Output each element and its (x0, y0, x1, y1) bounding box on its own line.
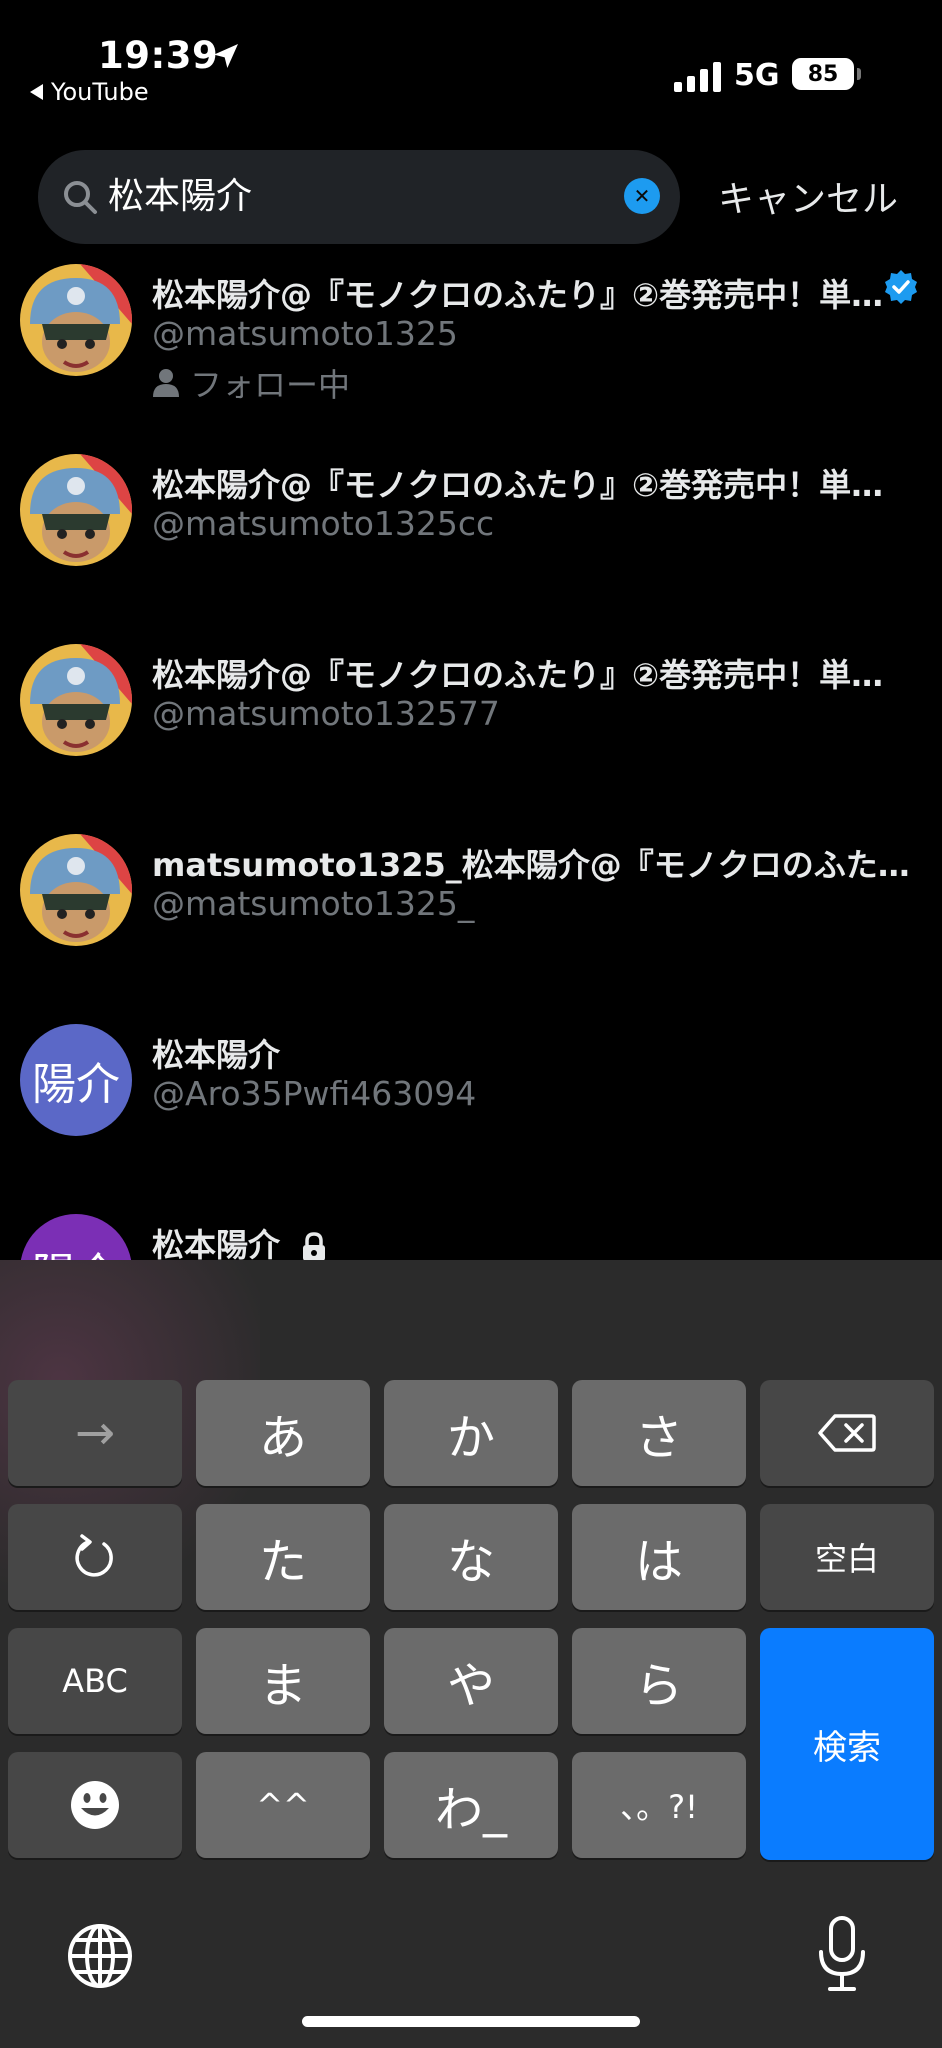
user-result-item[interactable]: 松本陽介@『モノクロのふたり』②巻発売中！単行本発売中 @matsumoto13… (0, 630, 942, 820)
globe-icon[interactable] (64, 1920, 136, 1992)
abc-key[interactable]: ABC (8, 1628, 182, 1734)
key-ma[interactable]: ま (196, 1628, 370, 1734)
avatar (20, 264, 132, 376)
key-sa[interactable]: さ (572, 1380, 746, 1486)
user-display-name: matsumoto1325_松本陽介@『モノクロのふたり』 (152, 846, 912, 884)
undo-key[interactable] (8, 1504, 182, 1610)
search-input[interactable] (108, 150, 608, 244)
user-result-item[interactable]: 松本陽介@『モノクロのふたり』②巻発売中！単行本発売中 @matsumoto13… (0, 440, 942, 630)
user-display-name: 松本陽介@『モノクロのふたり』②巻発売中！単行本発売中 (152, 466, 912, 504)
undo-icon (75, 1534, 113, 1577)
key-wa[interactable]: わ_ (384, 1752, 558, 1858)
search-bar[interactable] (38, 150, 680, 244)
backspace-key[interactable] (760, 1380, 934, 1486)
avatar (20, 644, 132, 756)
battery-indicator: 85 (792, 58, 861, 90)
key-next-arrow[interactable]: → (8, 1380, 182, 1486)
key-na[interactable]: な (384, 1504, 558, 1610)
avatar: 陽介 (20, 1024, 132, 1136)
user-result-item[interactable]: 松本陽介@『モノクロのふたり』②巻発売中！単行本発売中 @matsumoto13… (0, 250, 942, 440)
user-display-name: 松本陽介 (152, 1226, 281, 1260)
user-handle: @matsumoto1325 (152, 314, 458, 353)
status-time: 19:39 (98, 34, 219, 77)
cellular-signal-icon (674, 62, 721, 92)
key-ha[interactable]: は (572, 1504, 746, 1610)
cancel-button[interactable]: キャンセル (718, 170, 898, 222)
home-indicator[interactable] (302, 2016, 640, 2027)
person-icon (153, 369, 179, 397)
clear-search-icon[interactable]: ✕ (624, 178, 660, 214)
avatar (20, 454, 132, 566)
user-result-item[interactable]: matsumoto1325_松本陽介@『モノクロのふたり』 @matsumoto… (0, 820, 942, 1010)
user-handle: @Aro35Pwfi463094 (152, 1074, 477, 1113)
following-label: フォロー中 (190, 366, 351, 404)
key-kaomoji[interactable]: ^^ (196, 1752, 370, 1858)
microphone-icon[interactable] (814, 1914, 870, 1994)
emoji-icon (71, 1781, 119, 1829)
avatar (20, 834, 132, 946)
avatar: 陽介 (20, 1214, 132, 1260)
emoji-key[interactable] (8, 1752, 182, 1858)
key-a[interactable]: あ (196, 1380, 370, 1486)
status-bar: 19:39 YouTube 5G 85 (0, 0, 942, 130)
user-result-item[interactable]: 陽介 松本陽介 @Aro35Pwfi463094 (0, 1010, 942, 1200)
key-ka[interactable]: か (384, 1380, 558, 1486)
search-key[interactable]: 検索 (760, 1628, 934, 1860)
key-ya[interactable]: や (384, 1628, 558, 1734)
search-results-list: 松本陽介@『モノクロのふたり』②巻発売中！単行本発売中 @matsumoto13… (0, 250, 942, 1260)
key-punctuation[interactable]: 、。?! (572, 1752, 746, 1858)
backspace-icon (818, 1414, 876, 1452)
search-icon (64, 181, 97, 214)
network-type: 5G (734, 58, 780, 93)
lock-icon (303, 1232, 326, 1260)
user-display-name-row: 松本陽介 (152, 1220, 912, 1260)
key-ra[interactable]: ら (572, 1628, 746, 1734)
location-arrow-icon (214, 44, 238, 68)
back-arrow-icon (30, 84, 43, 100)
back-to-app-link[interactable]: YouTube (30, 78, 149, 106)
user-display-name: 松本陽介@『モノクロのふたり』②巻発売中！単行本発売中 (152, 276, 912, 314)
verified-badge-icon (885, 270, 917, 304)
user-handle: @matsumoto1325cc (152, 504, 495, 543)
key-ta[interactable]: た (196, 1504, 370, 1610)
following-status: フォロー中 (152, 360, 350, 406)
user-result-item[interactable]: 陽介 松本陽介 (0, 1200, 942, 1260)
space-key[interactable]: 空白 (760, 1504, 934, 1610)
back-app-label: YouTube (51, 78, 149, 106)
user-display-name: 松本陽介 (152, 1036, 281, 1074)
user-display-name: 松本陽介@『モノクロのふたり』②巻発売中！単行本発売中 (152, 656, 912, 694)
user-handle: @matsumoto1325_ (152, 884, 475, 923)
user-handle: @matsumoto132577 (152, 694, 500, 733)
